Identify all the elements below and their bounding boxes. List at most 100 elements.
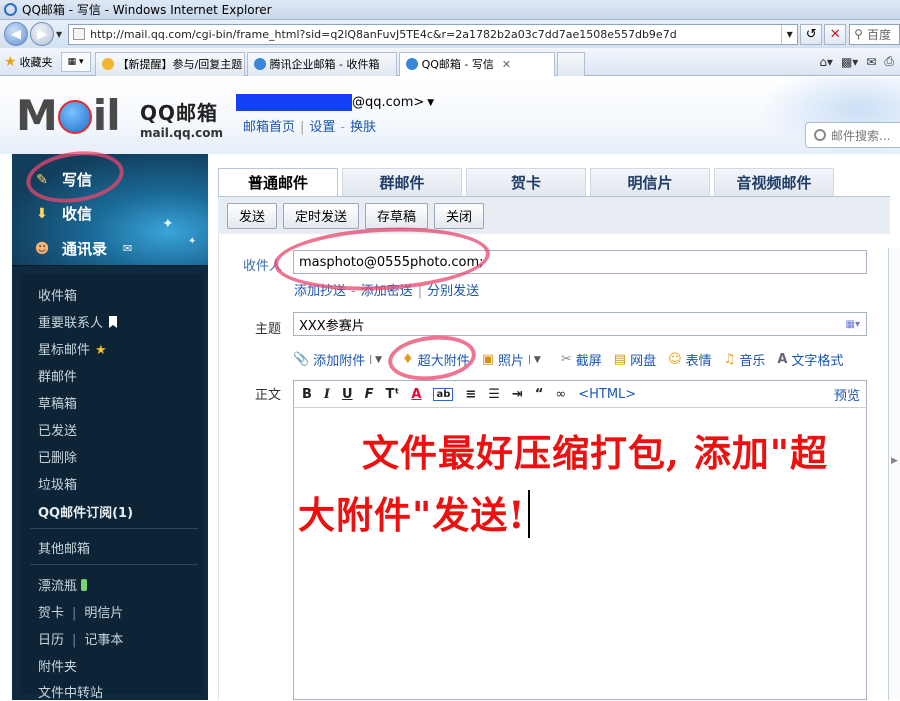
folder-other[interactable]: 其他邮箱	[38, 538, 90, 557]
highlight-icon[interactable]: ab	[433, 387, 454, 401]
smiley-icon: ☺	[668, 352, 682, 367]
underline-icon[interactable]: U	[342, 387, 353, 402]
tab-group-mail[interactable]: 群邮件	[342, 168, 462, 196]
tab-greeting-card[interactable]: 贺卡	[466, 168, 586, 196]
tab-postcard[interactable]: 明信片	[590, 168, 710, 196]
bookmark-icon	[109, 316, 118, 328]
bold-icon[interactable]: B	[302, 387, 312, 402]
send-button[interactable]: 发送	[227, 202, 278, 229]
close-button[interactable]: 关闭	[434, 202, 485, 229]
app-greeting[interactable]: 贺卡	[38, 606, 64, 621]
stop-button[interactable]: ✕	[824, 23, 847, 45]
subject-input[interactable]: XXX参赛片 ▦▾	[293, 312, 867, 336]
app-bottle[interactable]: 漂流瓶	[38, 575, 88, 594]
qq-mail-icon	[253, 58, 266, 70]
back-button[interactable]: ◀	[4, 22, 28, 46]
netdisk-button[interactable]: ▤ 网盘	[614, 350, 656, 369]
font-family-icon[interactable]: F​	[365, 387, 374, 402]
browser-tab-3[interactable]: QQ邮箱 - 写信 ✕	[398, 51, 555, 76]
to-value: masphoto@0555photo.com;	[299, 254, 484, 270]
brand-cn: QQ邮箱	[140, 101, 219, 125]
font-color-icon[interactable]: A	[411, 387, 421, 402]
mail-search-input[interactable]: 邮件搜索...	[805, 122, 900, 148]
feeds-icon[interactable]: ▩▾	[841, 55, 858, 69]
url-input[interactable]: http://mail.qq.com/cgi-bin/frame_html?si…	[68, 23, 799, 45]
browser-tab-2[interactable]: 腾讯企业邮箱 - 收件箱	[246, 51, 397, 76]
folder-inbox[interactable]: 收件箱	[38, 285, 77, 304]
folder-deleted[interactable]: 已删除	[38, 447, 77, 466]
italic-icon[interactable]: I	[324, 387, 330, 402]
to-input[interactable]: masphoto@0555photo.com;	[293, 250, 867, 274]
favorites-button[interactable]: ★ 收藏夹	[4, 54, 53, 70]
history-dropdown-icon[interactable]: ▼	[56, 30, 62, 39]
refresh-button[interactable]: ↺	[800, 23, 823, 45]
link-settings[interactable]: 设置	[309, 120, 335, 135]
app-notes[interactable]: 记事本	[84, 633, 123, 648]
add-bcc-link[interactable]: 添加密送	[361, 284, 413, 299]
paperclip-icon: 📎	[293, 352, 310, 367]
qq-mail-logo[interactable]: Mil	[16, 91, 121, 140]
close-tab-icon[interactable]: ✕	[502, 58, 511, 71]
mail-icon[interactable]: ✉	[866, 55, 876, 69]
folder-starred[interactable]: 星标邮件 ★	[38, 339, 107, 358]
app-file-transfer[interactable]: 文件中转站	[38, 682, 103, 701]
arrow-right-icon: ▶	[37, 26, 47, 42]
account-menu[interactable]: @qq.com> ▼	[236, 94, 434, 111]
indent-icon[interactable]: ⇥	[512, 387, 523, 402]
browser-search-input[interactable]: ⚲ 百度	[849, 23, 900, 45]
browser-tab-row: ★ 收藏夹 ▦ ▾ 【新提醒】参与/回复主题 ... 腾讯企业邮箱 - 收件箱 …	[0, 48, 900, 76]
folder-group[interactable]: 群邮件	[38, 366, 77, 385]
html-mode-button[interactable]: <HTML>	[578, 387, 636, 402]
new-tab-button[interactable]	[556, 51, 585, 76]
add-attachment-button[interactable]: 📎 添加附件 | ▼	[293, 350, 390, 369]
tab-normal-mail[interactable]: 普通邮件	[218, 168, 338, 196]
quote-icon[interactable]: “	[535, 387, 544, 402]
message-editor[interactable]: 文件最好压缩打包, 添加"超大附件"发送!	[293, 408, 867, 700]
app-attachments[interactable]: 附件夹	[38, 656, 77, 675]
folder-subscriptions[interactable]: QQ邮件订阅(1)	[38, 502, 133, 521]
scheduled-send-button[interactable]: 定时发送	[283, 202, 360, 229]
app-calendar[interactable]: 日历	[38, 633, 64, 648]
contacts-button[interactable]: ☻ 通讯录 ✉	[32, 238, 133, 259]
body-text: 文件最好压缩打包, 添加"超大附件"发送!	[298, 431, 829, 537]
add-cc-link[interactable]: 添加抄送	[294, 284, 346, 299]
to-label[interactable]: 收件人	[243, 255, 282, 274]
forward-button[interactable]: ▶	[30, 22, 54, 46]
link-icon[interactable]: ∞	[555, 387, 566, 402]
quick-tabs-icon[interactable]: ▦ ▾	[60, 51, 91, 72]
caret-down-icon[interactable]: | ▼	[369, 355, 382, 365]
folder-vip[interactable]: 重要联系人	[38, 312, 118, 331]
star-icon: ★	[4, 53, 17, 70]
print-icon[interactable]: ⎙	[884, 54, 894, 69]
photo-button[interactable]: ▣ 照片 | ▼	[482, 350, 549, 369]
inbox-check-button[interactable]: ⬇ 收信	[32, 203, 92, 224]
browser-tab-1[interactable]: 【新提醒】参与/回复主题 ...	[94, 51, 245, 76]
folder-spam[interactable]: 垃圾箱	[38, 474, 77, 493]
tab-av-mail[interactable]: 音视频邮件	[714, 168, 834, 196]
right-side-panel[interactable]: ▶	[888, 248, 900, 700]
align-icon[interactable]: ≡	[465, 387, 476, 402]
disk-icon: ▤	[613, 352, 627, 367]
screenshot-button[interactable]: ✂ 截屏	[561, 350, 602, 369]
preview-button[interactable]: 预览	[834, 385, 860, 404]
emoji-button[interactable]: ☺ 表情	[668, 350, 712, 369]
text-format-button[interactable]: A 文字格式	[777, 350, 843, 369]
large-attachment-button[interactable]: ♦ 超大附件	[402, 350, 470, 369]
list-icon[interactable]: ☰	[488, 387, 500, 402]
expand-right-icon[interactable]: ▶	[891, 456, 898, 466]
font-size-icon[interactable]: Tᵗ	[385, 387, 399, 402]
caret-down-icon[interactable]: | ▼	[528, 355, 541, 365]
compose-button[interactable]: ✎ 写信	[32, 169, 92, 190]
music-button[interactable]: ♫ 音乐	[724, 350, 766, 369]
save-draft-button[interactable]: 存草稿	[365, 202, 429, 229]
folder-drafts[interactable]: 草稿箱	[38, 393, 77, 412]
stationery-icon[interactable]: ▦▾	[846, 319, 860, 330]
url-dropdown-icon[interactable]: ▼	[781, 24, 797, 44]
link-home[interactable]: 邮箱首页	[243, 120, 295, 135]
link-skin[interactable]: 换肤	[350, 120, 376, 135]
home-icon[interactable]: ⌂▾	[819, 55, 833, 69]
send-separately-link[interactable]: 分别发送	[427, 284, 479, 299]
folder-sent[interactable]: 已发送	[38, 420, 77, 439]
app-postcard[interactable]: 明信片	[84, 606, 123, 621]
window-title: QQ邮箱 - 写信 - Windows Internet Explorer	[22, 3, 272, 17]
